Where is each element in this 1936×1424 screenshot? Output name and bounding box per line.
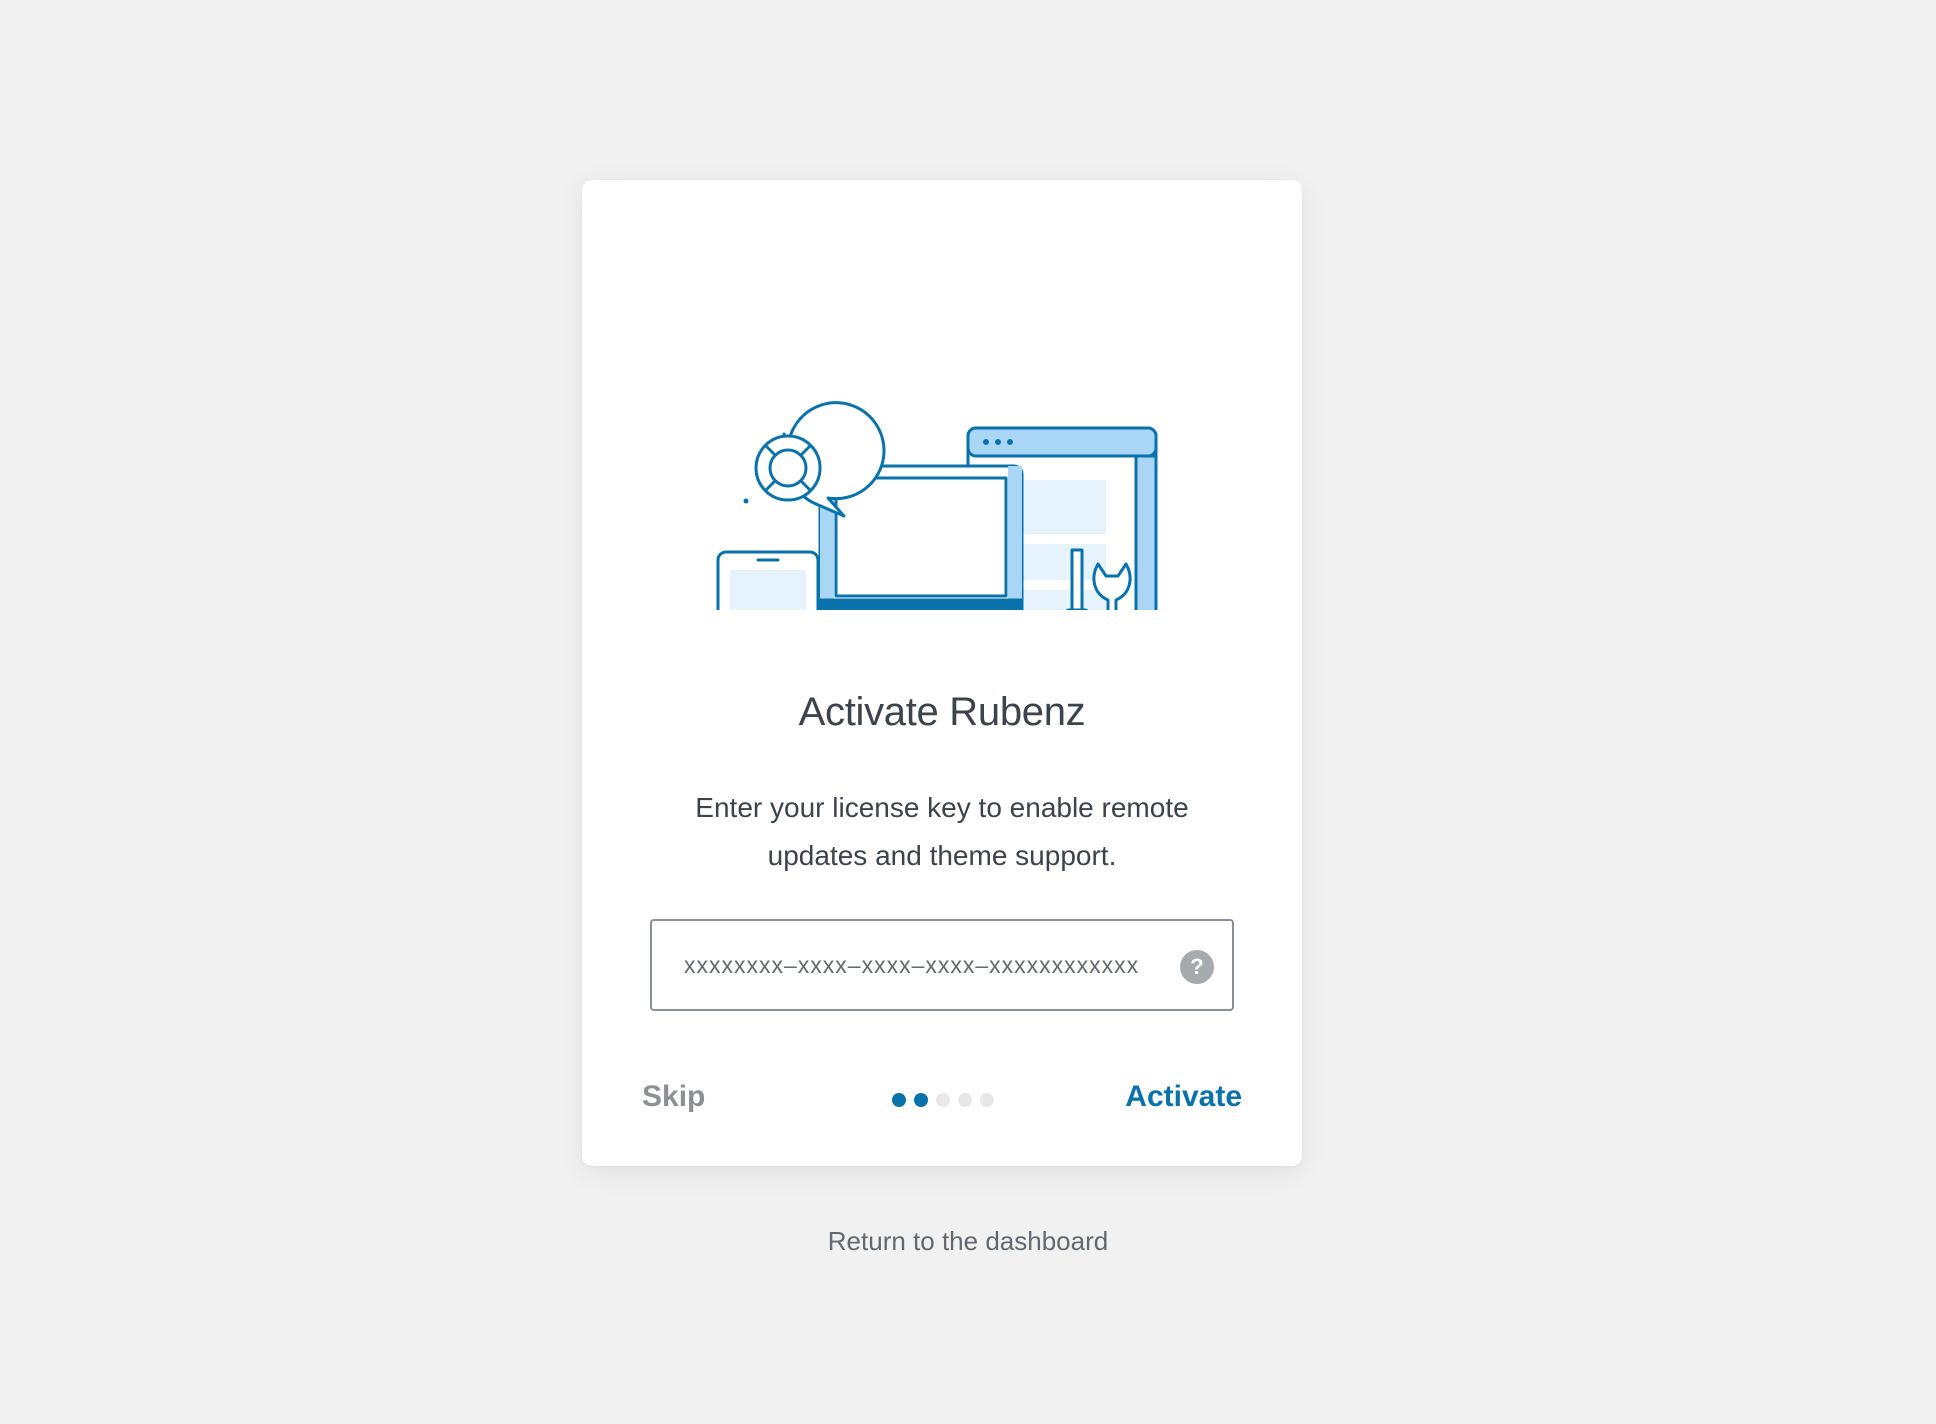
page: Activate Rubenz Enter your license key t… bbox=[0, 0, 1936, 1424]
license-key-field: ? bbox=[650, 919, 1234, 1011]
step-dot bbox=[958, 1093, 972, 1107]
license-key-input[interactable] bbox=[652, 921, 1232, 1009]
step-dot bbox=[892, 1093, 906, 1107]
return-to-dashboard-link[interactable]: Return to the dashboard bbox=[0, 1226, 1936, 1257]
activate-button[interactable]: Activate bbox=[1125, 1080, 1242, 1114]
step-dot bbox=[914, 1093, 928, 1107]
help-question-icon[interactable]: ? bbox=[1180, 950, 1214, 984]
step-dot bbox=[980, 1093, 994, 1107]
step-indicator bbox=[892, 1093, 994, 1107]
step-dot bbox=[936, 1093, 950, 1107]
phone-graphic bbox=[716, 550, 820, 610]
support-tools-illustration bbox=[716, 401, 1158, 610]
activation-card: Activate Rubenz Enter your license key t… bbox=[582, 180, 1302, 1166]
page-title: Activate Rubenz bbox=[798, 690, 1086, 734]
skip-button[interactable]: Skip bbox=[642, 1080, 705, 1114]
activation-description: Enter your license key to enable remote … bbox=[695, 792, 1189, 871]
